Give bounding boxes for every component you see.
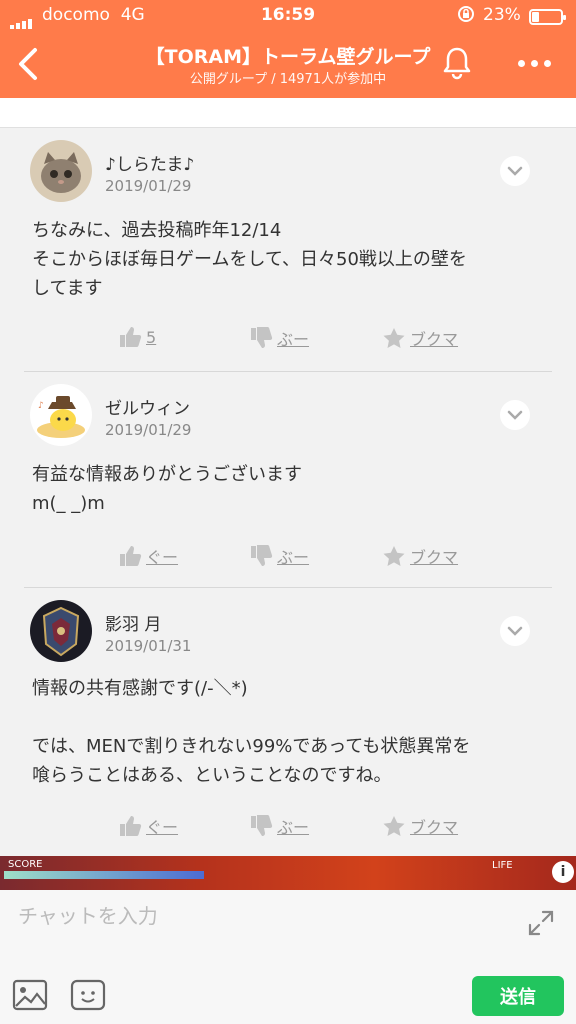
bell-icon [443,47,471,80]
banner-life-label: LIFE [492,860,513,871]
expand-button[interactable] [526,908,556,938]
banner-score-meter [4,871,204,879]
avatar[interactable] [30,140,92,202]
chevron-down-icon [507,410,523,420]
battery-icon [529,9,566,25]
expand-icon [528,910,554,936]
emoji-icon [70,979,106,1011]
star-icon [383,816,405,836]
chat-input-area: 送信 [0,890,576,1024]
thumbs-down-icon [251,545,273,566]
comment-options-button[interactable] [500,156,530,186]
comment-actions: ぐー ぶー ブクマ [24,544,552,574]
image-upload-button[interactable] [12,978,48,1012]
star-icon [383,546,405,566]
bookmark-button[interactable]: ブクマ [382,326,458,350]
bookmark-label: ブクマ [410,818,459,837]
thumbs-up-icon [120,546,142,566]
chat-input[interactable] [18,898,518,934]
battery-percent: 23% [483,5,521,25]
more-dot-icon [517,59,525,67]
ad-banner[interactable]: SCORE LIFE i [0,856,576,890]
comment-item: 影羽 月 2019/01/31 情報の共有感謝です(/-＼*) では、MENで割… [24,588,552,856]
status-bar: docomo 4G 16:59 23% [0,0,576,30]
image-icon [12,979,48,1011]
avatar[interactable] [30,600,92,662]
comment-body: 有益な情報ありがとうございます m(_ _)m [32,464,302,514]
previous-content-strip [0,98,576,128]
comment-options-button[interactable] [500,616,530,646]
more-dot-icon [543,59,551,67]
comment-date: 2019/01/29 [105,177,192,195]
boo-label: ぶー [277,548,310,567]
group-subtitle: 公開グループ / 14971人が参加中 [189,72,387,87]
thumbs-up-icon [120,816,142,836]
group-title: 【TORAM】トーラム壁グループ [145,46,431,68]
bookmark-label: ブクマ [410,330,459,349]
chevron-down-icon [507,166,523,176]
svg-text:♪: ♪ [38,401,44,411]
thumbs-down-icon [251,815,273,836]
ad-info-icon[interactable]: i [552,861,574,883]
star-icon [383,328,405,348]
comment-item: ♪しらたま♪ 2019/01/29 ちなみに、過去投稿昨年12/14 そこからほ… [24,128,552,372]
comment-body: 情報の共有感謝です(/-＼*) では、MENで割りきれない99%であっても状態異… [32,678,471,786]
thumbs-up-icon [120,327,142,347]
boo-label: ぶー [277,818,310,837]
boo-label: ぶー [277,330,310,349]
avatar[interactable]: ♪ [30,384,92,446]
like-button[interactable]: ぐー [118,544,178,568]
more-menu-button[interactable] [510,42,558,84]
like-label: ぐー [146,548,179,567]
like-button[interactable]: 5 [118,326,156,348]
comment-options-button[interactable] [500,400,530,430]
like-label: ぐー [146,818,179,837]
bookmark-button[interactable]: ブクマ [382,814,458,838]
header-bar: docomo 4G 16:59 23% 【TORAM】トーラム壁グループ 公開グ… [0,0,576,98]
send-button[interactable]: 送信 [472,976,564,1016]
boo-button[interactable]: ぶー [249,326,309,350]
comment-author[interactable]: ♪しらたま♪ [105,150,194,175]
comment-list: ♪しらたま♪ 2019/01/29 ちなみに、過去投稿昨年12/14 そこからほ… [24,128,552,856]
comment-author[interactable]: ゼルウィン [105,394,190,419]
bookmark-button[interactable]: ブクマ [382,544,458,568]
banner-score-label: SCORE [8,859,43,870]
comment-date: 2019/01/31 [105,637,192,655]
like-label: 5 [146,327,157,347]
boo-button[interactable]: ぶー [249,814,309,838]
comment-item: ♪ ゼルウィン 2019/01/29 有益な情報ありがとうございます m(_ _… [24,372,552,588]
more-dot-icon [530,59,538,67]
notification-button[interactable] [436,42,478,84]
comment-author[interactable]: 影羽 月 [105,610,161,635]
stamp-button[interactable] [70,978,106,1012]
chevron-down-icon [507,626,523,636]
comment-actions: ぐー ぶー ブクマ [24,814,552,844]
boo-button[interactable]: ぶー [249,544,309,568]
comment-body: ちなみに、過去投稿昨年12/14 そこからほぼ毎日ゲームをして、日々50戦以上の… [32,220,467,299]
like-button[interactable]: ぐー [118,814,178,838]
rotation-lock-icon [457,5,475,28]
thumbs-down-icon [251,327,273,348]
comment-actions: 5 ぶー ブクマ [24,326,552,356]
bookmark-label: ブクマ [410,548,459,567]
comment-date: 2019/01/29 [105,421,192,439]
